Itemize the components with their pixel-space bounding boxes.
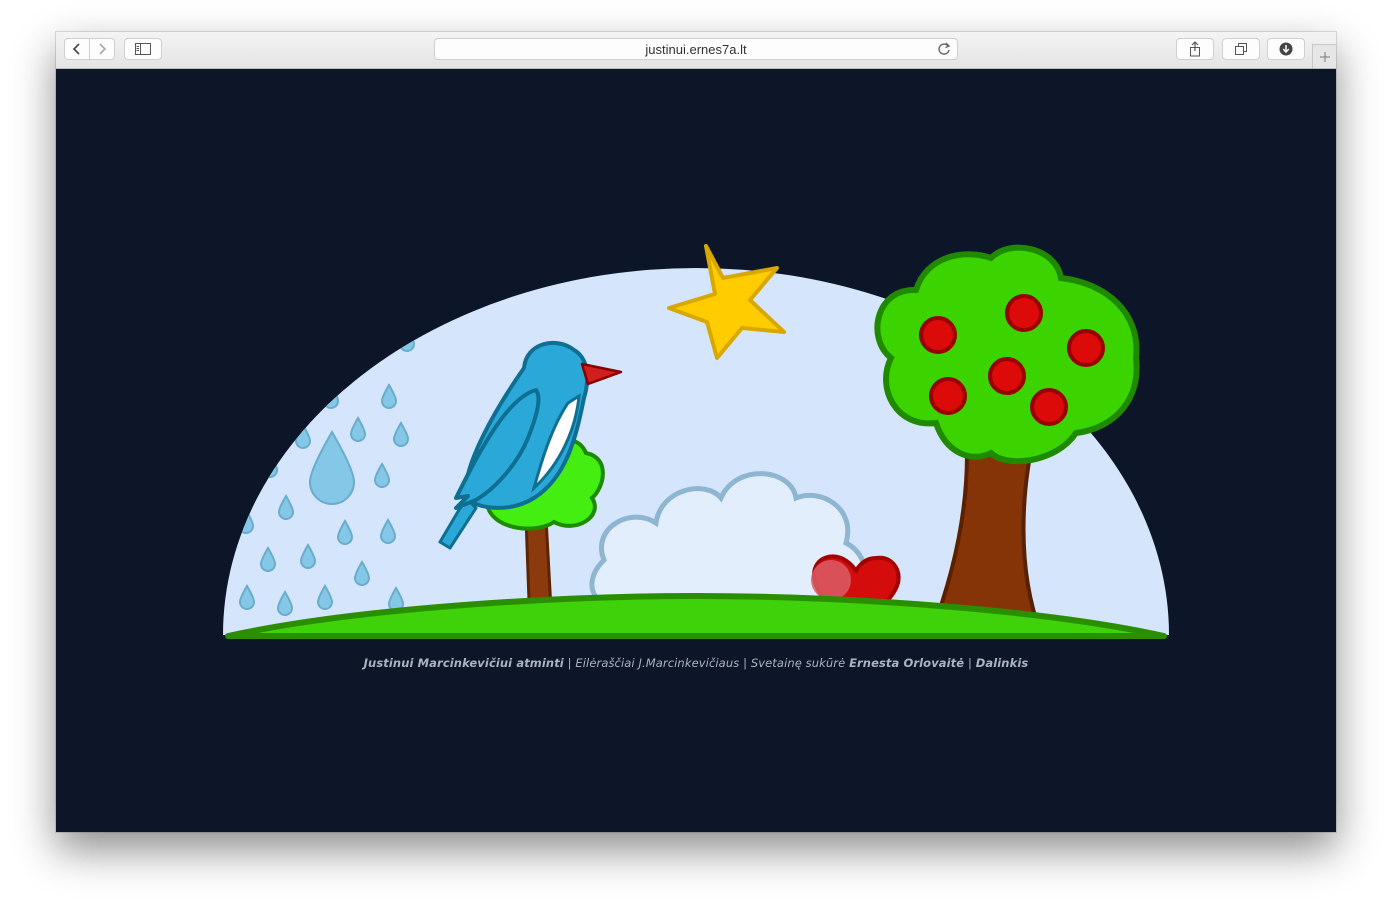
- chevron-left-icon: [72, 43, 80, 55]
- share-button[interactable]: [1176, 38, 1214, 60]
- tabs-overview-icon: [1235, 43, 1247, 55]
- sidebar-icon: [135, 43, 151, 55]
- heart-bubble: [811, 560, 851, 600]
- footer-credit-prefix: Svetainę sukūrė: [750, 656, 846, 670]
- rain-drop: [261, 452, 279, 478]
- tabs-overview-button[interactable]: [1222, 38, 1260, 60]
- apple: [919, 316, 957, 354]
- footer-title-link[interactable]: Justinui Marcinkevičiui atminti: [364, 656, 564, 670]
- plus-icon: [1319, 51, 1330, 62]
- apple: [1005, 294, 1043, 332]
- sidebar-button[interactable]: [124, 38, 162, 60]
- apple: [1067, 329, 1105, 367]
- new-tab-button[interactable]: [1312, 44, 1336, 68]
- footer-share-link[interactable]: Dalinkis: [976, 656, 1029, 670]
- reload-icon[interactable]: [937, 42, 951, 56]
- illustration: [223, 244, 1169, 639]
- downloads-button[interactable]: [1267, 38, 1305, 60]
- rain-drop: [322, 383, 340, 409]
- footer-separator: |: [743, 656, 748, 670]
- footer-separator: |: [567, 656, 572, 670]
- apple: [929, 377, 967, 415]
- footer-author-link[interactable]: Ernesta Orlovaitė: [849, 656, 964, 670]
- browser-window: justinui.ernes7a.lt Justinui Marcinkevič…: [56, 32, 1336, 832]
- browser-toolbar: justinui.ernes7a.lt: [56, 32, 1336, 69]
- forward-button[interactable]: [89, 38, 115, 60]
- rain-drop: [398, 326, 416, 352]
- footer-separator: |: [967, 656, 972, 670]
- apple: [1030, 388, 1068, 426]
- share-icon: [1190, 41, 1200, 57]
- address-bar[interactable]: justinui.ernes7a.lt: [434, 38, 958, 60]
- apple: [988, 357, 1026, 395]
- url-text: justinui.ernes7a.lt: [645, 42, 747, 57]
- footer-poems-link[interactable]: Eilėraščiai J.Marcinkevičiaus: [575, 656, 739, 670]
- chevron-right-icon: [99, 43, 107, 55]
- download-icon: [1279, 42, 1293, 56]
- footer: Justinui Marcinkevičiui atminti | Eilėra…: [56, 656, 1336, 670]
- rain-drop: [358, 343, 376, 369]
- back-button[interactable]: [64, 38, 90, 60]
